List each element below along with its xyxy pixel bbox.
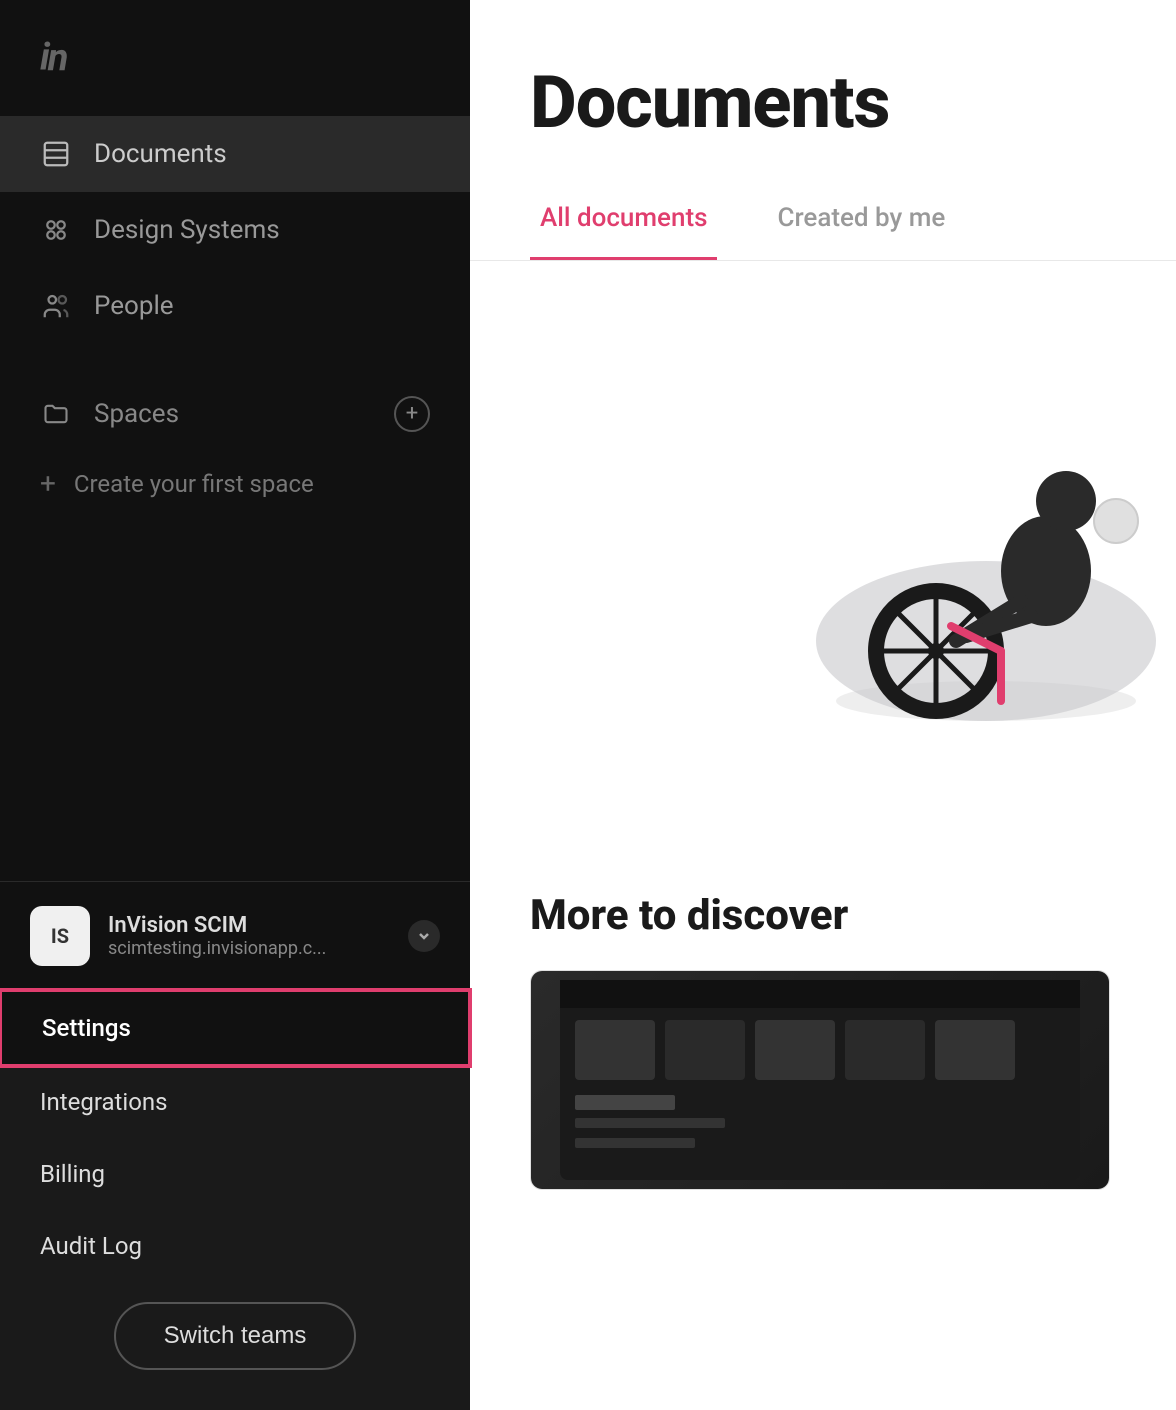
team-dropdown-menu: Settings Integrations Billing Audit Log … xyxy=(0,990,470,1410)
create-space-plus-icon: + xyxy=(40,470,56,498)
tab-created-by-me[interactable]: Created by me xyxy=(767,175,955,260)
team-section: IS InVision SCIM scimtesting.invisionapp… xyxy=(0,881,470,990)
sidebar-item-documents-label: Documents xyxy=(94,139,227,169)
tab-all-documents-label: All documents xyxy=(540,203,707,233)
tab-all-documents[interactable]: All documents xyxy=(530,175,717,260)
sidebar-item-design-systems-label: Design Systems xyxy=(94,215,280,245)
main-body: More to discover xyxy=(470,261,1176,1410)
spaces-section: Spaces + + Create your first space xyxy=(0,374,470,514)
spaces-icon xyxy=(40,398,72,430)
main-title: Documents xyxy=(470,0,1176,175)
sidebar-item-people[interactable]: People xyxy=(0,268,470,344)
chevron-down-icon xyxy=(416,928,432,944)
sidebar-item-people-label: People xyxy=(94,291,174,321)
settings-menu-item[interactable]: Settings xyxy=(0,990,470,1066)
illustration xyxy=(756,341,1176,741)
spaces-header: Spaces + xyxy=(0,374,470,454)
tab-created-by-me-label: Created by me xyxy=(777,203,945,233)
switch-teams-button[interactable]: Switch teams xyxy=(114,1302,357,1370)
invision-logo: in xyxy=(40,36,66,80)
create-space-label: Create your first space xyxy=(74,470,314,498)
more-to-discover-section: More to discover xyxy=(530,891,1116,1190)
add-space-button[interactable]: + xyxy=(394,396,430,432)
add-space-plus-icon: + xyxy=(406,403,418,425)
create-first-space-item[interactable]: + Create your first space xyxy=(0,454,470,514)
tabs-section: All documents Created by me xyxy=(470,175,1176,261)
integrations-menu-item[interactable]: Integrations xyxy=(0,1066,470,1138)
sidebar-item-design-systems[interactable]: Design Systems xyxy=(0,192,470,268)
documents-icon xyxy=(40,138,72,170)
discover-card[interactable] xyxy=(530,970,1110,1190)
settings-label: Settings xyxy=(42,1014,131,1042)
team-avatar: IS xyxy=(30,906,90,966)
settings-highlight-wrapper: Settings xyxy=(0,990,470,1066)
sidebar-item-documents[interactable]: Documents xyxy=(0,116,470,192)
switch-teams-label: Switch teams xyxy=(164,1322,307,1349)
people-icon xyxy=(40,290,72,322)
discover-card-image xyxy=(560,980,1080,1180)
spaces-label: Spaces xyxy=(94,399,179,429)
switch-teams-container: Switch teams xyxy=(0,1282,470,1410)
main-content: Documents All documents Created by me xyxy=(470,0,1176,1410)
illustration-area xyxy=(590,341,1176,741)
billing-menu-item[interactable]: Billing xyxy=(0,1138,470,1210)
more-to-discover-title: More to discover xyxy=(530,891,1116,940)
design-systems-icon xyxy=(40,214,72,246)
team-dropdown-button[interactable] xyxy=(408,920,440,952)
team-name: InVision SCIM xyxy=(108,913,390,938)
logo-area: in xyxy=(0,0,470,116)
sidebar: in Documents xyxy=(0,0,470,1410)
audit-log-menu-item[interactable]: Audit Log xyxy=(0,1210,470,1282)
team-url: scimtesting.invisionapp.c... xyxy=(108,938,390,959)
discover-card-inner xyxy=(531,971,1109,1189)
sidebar-navigation: Documents Design Systems xyxy=(0,116,470,881)
integrations-label: Integrations xyxy=(40,1088,168,1116)
team-info: InVision SCIM scimtesting.invisionapp.c.… xyxy=(108,913,390,959)
team-card[interactable]: IS InVision SCIM scimtesting.invisionapp… xyxy=(30,906,440,966)
audit-log-label: Audit Log xyxy=(40,1232,142,1260)
billing-label: Billing xyxy=(40,1160,105,1188)
